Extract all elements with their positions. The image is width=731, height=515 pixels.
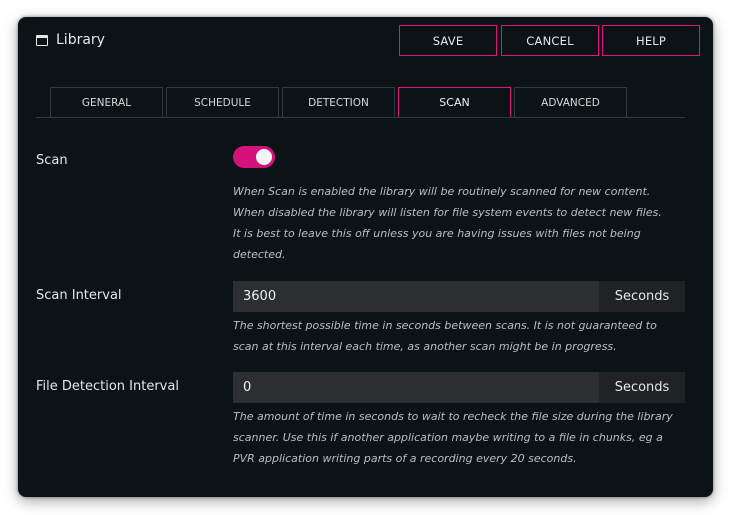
scan-interval-input[interactable] [233, 281, 599, 312]
tab-general[interactable]: GENERAL [50, 87, 163, 117]
save-button[interactable]: SAVE [399, 25, 497, 56]
file-detection-description-line: scanner. Use this if another application… [233, 431, 663, 444]
scan-interval-description-line: The shortest possible time in seconds be… [233, 319, 657, 332]
tab-detection[interactable]: DETECTION [282, 87, 395, 117]
help-button[interactable]: HELP [602, 25, 700, 56]
dialog-title-text: Library [56, 32, 105, 48]
dialog-title: Library [36, 32, 105, 48]
tab-advanced[interactable]: ADVANCED [514, 87, 627, 117]
tab-schedule[interactable]: SCHEDULE [166, 87, 279, 117]
scan-description: When Scan is enabled the library will be… [233, 181, 688, 265]
file-detection-interval-field: Seconds [233, 372, 685, 403]
library-dialog: Library SAVE CANCEL HELP GENERAL SCHEDUL… [18, 17, 713, 497]
file-detection-interval-label: File Detection Interval [36, 379, 179, 394]
scan-label: Scan [36, 153, 68, 168]
scan-interval-description: The shortest possible time in seconds be… [233, 315, 688, 357]
file-detection-interval-description: The amount of time in seconds to wait to… [233, 406, 688, 469]
toggle-knob [256, 149, 272, 165]
scan-interval-field: Seconds [233, 281, 685, 312]
scan-interval-unit: Seconds [599, 281, 685, 312]
cancel-button[interactable]: CANCEL [501, 25, 599, 56]
scan-description-line: When Scan is enabled the library will be… [233, 185, 651, 198]
tab-scan[interactable]: SCAN [398, 87, 511, 117]
file-detection-description-line: PVR application writing parts of a recor… [233, 452, 577, 465]
scan-toggle[interactable] [233, 146, 275, 168]
tab-bar: GENERAL SCHEDULE DETECTION SCAN ADVANCED [50, 87, 630, 117]
file-detection-interval-input[interactable] [233, 372, 599, 403]
window-icon [36, 34, 48, 46]
scan-description-line: detected. [233, 248, 286, 261]
tab-divider [36, 117, 685, 118]
scan-description-line: When disabled the library will listen fo… [233, 206, 662, 219]
scan-description-line: It is best to leave this off unless you … [233, 227, 641, 240]
scan-interval-label: Scan Interval [36, 288, 122, 303]
file-detection-description-line: The amount of time in seconds to wait to… [233, 410, 673, 423]
scan-interval-description-line: scan at this interval each time, as anot… [233, 340, 617, 353]
file-detection-interval-unit: Seconds [599, 372, 685, 403]
